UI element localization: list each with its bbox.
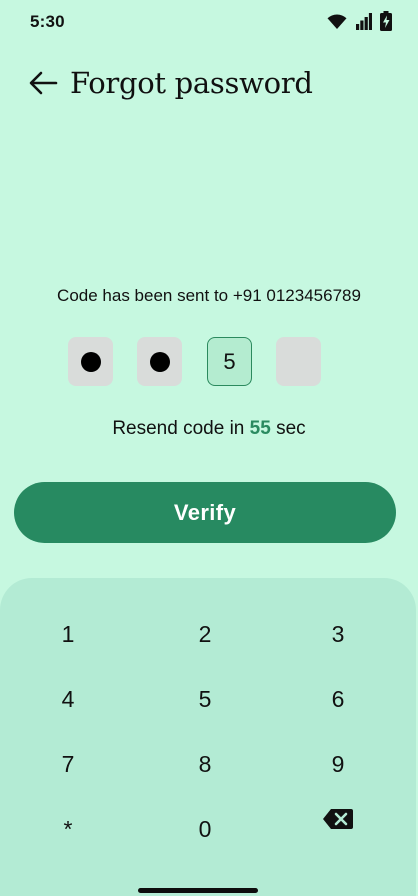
masked-digit-dot	[80, 351, 101, 372]
key-6[interactable]: 6	[293, 673, 383, 725]
key-0[interactable]: 0	[160, 803, 250, 855]
key-4[interactable]: 4	[23, 673, 113, 725]
status-bar: 5:30	[0, 0, 418, 44]
key-7[interactable]: 7	[23, 738, 113, 790]
page-title: Forgot password	[70, 66, 313, 100]
resend-timer: Resend code in 55 sec	[0, 418, 418, 440]
back-button[interactable]	[26, 68, 60, 102]
key-star[interactable]: *	[23, 803, 113, 855]
key-3[interactable]: 3	[293, 608, 383, 660]
otp-digit: 5	[223, 348, 236, 374]
arrow-left-icon	[28, 71, 58, 100]
forgot-password-screen: 5:30 Forgot password Code has been sent …	[0, 0, 418, 896]
app-header: Forgot password	[0, 60, 418, 110]
battery-charging-icon	[380, 11, 392, 36]
resend-prefix: Resend code in	[112, 418, 250, 439]
signal-icon	[356, 12, 372, 35]
resend-seconds: 55	[249, 418, 271, 439]
key-2[interactable]: 2	[160, 608, 250, 660]
verify-button[interactable]: Verify	[14, 482, 396, 543]
key-9[interactable]: 9	[293, 738, 383, 790]
otp-input-row[interactable]: 5	[68, 337, 321, 386]
key-5[interactable]: 5	[160, 673, 250, 725]
home-indicator[interactable]	[138, 888, 258, 893]
key-backspace[interactable]	[293, 796, 383, 848]
otp-box-3[interactable]: 5	[207, 337, 252, 386]
otp-box-4[interactable]	[276, 337, 321, 386]
wifi-icon	[326, 12, 348, 35]
key-1[interactable]: 1	[23, 608, 113, 660]
resend-suffix: sec	[270, 418, 306, 439]
key-8[interactable]: 8	[160, 738, 250, 790]
status-icons	[326, 11, 392, 36]
status-time: 5:30	[30, 12, 65, 31]
numeric-keypad: 1 2 3 4 5 6 7 8 9 * 0	[0, 578, 416, 896]
otp-box-2[interactable]	[137, 337, 182, 386]
code-sent-message: Code has been sent to +91 0123456789	[57, 286, 361, 305]
otp-box-1[interactable]	[68, 337, 113, 386]
masked-digit-dot	[149, 351, 170, 372]
backspace-icon	[322, 808, 354, 836]
